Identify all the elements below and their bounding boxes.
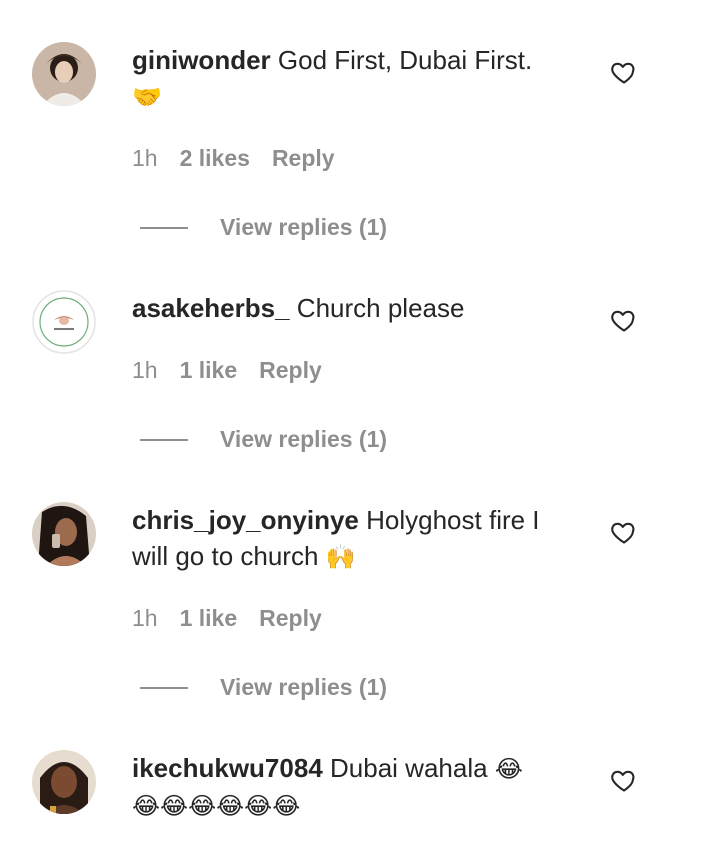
avatar-asakeherbs[interactable] bbox=[32, 290, 96, 354]
comment-meta: 1h 1 like Reply bbox=[132, 356, 322, 384]
comment-time: 1h bbox=[132, 357, 158, 383]
tears-of-joy-emoji: 😂 bbox=[494, 755, 523, 783]
likes-count[interactable]: 1 like bbox=[180, 357, 238, 383]
avatar-chris-joy-onyinye[interactable] bbox=[32, 502, 96, 566]
heart-outline-icon[interactable] bbox=[610, 766, 638, 794]
comment-username[interactable]: asakeherbs_ bbox=[132, 293, 290, 323]
handshake-emoji: 🤝 bbox=[132, 83, 162, 111]
comment-body: asakeherbs_ Church please bbox=[132, 290, 572, 326]
comment-text: Church please bbox=[296, 293, 465, 323]
likes-count[interactable]: 1 like bbox=[180, 605, 238, 631]
reply-button[interactable]: Reply bbox=[259, 357, 322, 383]
comment-username[interactable]: giniwonder bbox=[132, 45, 271, 75]
replies-divider bbox=[140, 227, 188, 229]
avatar-ikechukwu7084[interactable] bbox=[32, 750, 96, 814]
comment-time: 1h bbox=[132, 605, 158, 631]
view-replies-label[interactable]: View replies (1) bbox=[220, 425, 387, 453]
replies-divider bbox=[140, 687, 188, 689]
reply-button[interactable]: Reply bbox=[259, 605, 322, 631]
comment-username[interactable]: ikechukwu7084 bbox=[132, 753, 323, 783]
reply-button[interactable]: Reply bbox=[272, 145, 335, 171]
raising-hands-emoji: 🙌 bbox=[325, 543, 356, 571]
heart-outline-icon[interactable] bbox=[610, 306, 638, 334]
comment-meta: 1h 1 like Reply bbox=[132, 604, 322, 632]
avatar-giniwonder[interactable] bbox=[32, 42, 96, 106]
comment-body: giniwonder God First, Dubai First. 🤝 bbox=[132, 42, 572, 115]
comment-text: Dubai wahala bbox=[330, 753, 488, 783]
comment-body: ikechukwu7084 Dubai wahala 😂 😂😂😂😂😂😂 bbox=[132, 750, 572, 824]
view-replies-label[interactable]: View replies (1) bbox=[220, 673, 387, 701]
comment-body: chris_joy_onyinye Holyghost fire I will … bbox=[132, 502, 572, 575]
comment-time: 1h bbox=[132, 145, 158, 171]
tears-of-joy-emoji-row: 😂😂😂😂😂😂 bbox=[132, 792, 301, 820]
comment-username[interactable]: chris_joy_onyinye bbox=[132, 505, 359, 535]
likes-count[interactable]: 2 likes bbox=[180, 145, 250, 171]
replies-divider bbox=[140, 439, 188, 441]
heart-outline-icon[interactable] bbox=[610, 518, 638, 546]
heart-outline-icon[interactable] bbox=[610, 58, 638, 86]
comment-meta: 1h 2 likes Reply bbox=[132, 144, 335, 172]
view-replies-label[interactable]: View replies (1) bbox=[220, 213, 387, 241]
comment-text: God First, Dubai First. bbox=[277, 45, 533, 75]
